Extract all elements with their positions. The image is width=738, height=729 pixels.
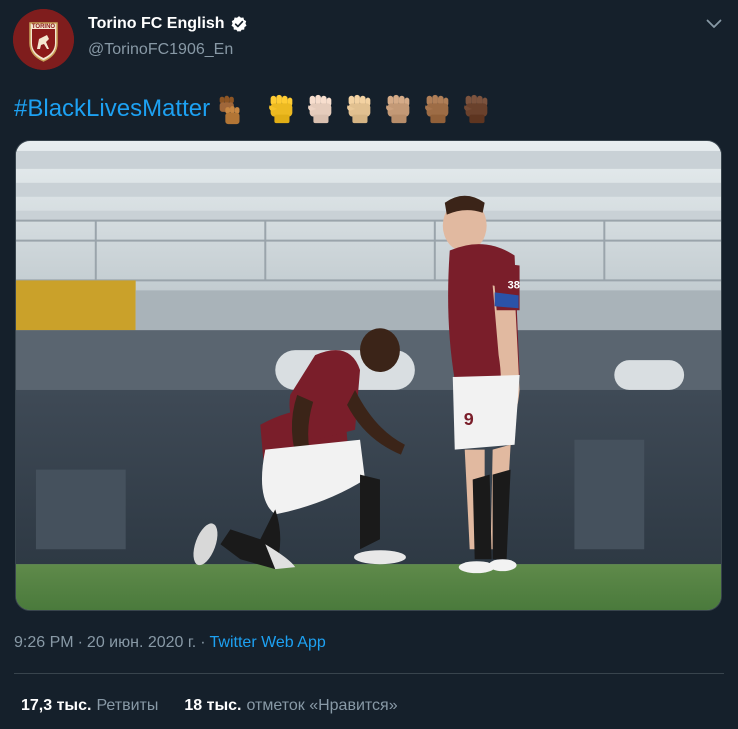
tweet-stats: 17,3 тыс. Ретвиты 18 тыс. отметок «Нрави…: [21, 697, 424, 715]
meta-separator-2: ·: [200, 634, 206, 651]
raised-fist-emoji-icon: [386, 94, 410, 124]
raised-fist-emoji-icon: [347, 94, 371, 124]
tweet-text: #BlackLivesMatter: [14, 91, 493, 127]
verified-badge-icon: [231, 16, 247, 32]
raised-fist-emoji-icon: [219, 95, 240, 125]
retweets-stat[interactable]: 17,3 тыс. Ретвиты: [21, 697, 158, 715]
likes-count: 18 тыс.: [184, 697, 242, 714]
tweet-date[interactable]: 20 июн. 2020 г.: [87, 634, 196, 652]
user-handle[interactable]: @TorinoFC1906_En: [88, 41, 233, 59]
retweets-label: Ретвиты: [96, 697, 159, 714]
more-options-chevron-down-icon[interactable]: [704, 14, 724, 34]
meta-separator: ·: [77, 634, 83, 651]
raised-fist-emoji-icon: [269, 94, 293, 124]
likes-label: отметок «Нравится»: [246, 697, 398, 714]
display-name[interactable]: Torino FC English: [88, 15, 248, 33]
emoji-row: [264, 92, 493, 126]
avatar[interactable]: TORINO: [13, 9, 74, 70]
players-kneeling-photo: 38 9: [16, 141, 721, 610]
tweet-source-link[interactable]: Twitter Web App: [210, 634, 326, 652]
torino-logo: TORINO: [13, 9, 74, 70]
raised-fist-emoji-icon: [308, 94, 332, 124]
raised-fist-emoji-icon: [425, 94, 449, 124]
likes-stat[interactable]: 18 тыс. отметок «Нравится»: [184, 697, 397, 715]
shorts-number-9: 9: [464, 409, 474, 429]
hashtag-link[interactable]: #BlackLivesMatter: [14, 95, 210, 123]
tweet-photo[interactable]: 38 9: [15, 140, 722, 611]
logo-text: TORINO: [32, 24, 56, 30]
raised-fist-emoji-icon: [464, 94, 488, 124]
retweets-count: 17,3 тыс.: [21, 697, 92, 714]
tweet-metadata: 9:26 PM · 20 июн. 2020 г. · Twitter Web …: [14, 634, 326, 652]
jersey-number-38: 38: [508, 279, 520, 291]
tweet-time[interactable]: 9:26 PM: [14, 634, 74, 652]
display-name-text[interactable]: Torino FC English: [88, 15, 225, 33]
divider: [14, 673, 724, 674]
